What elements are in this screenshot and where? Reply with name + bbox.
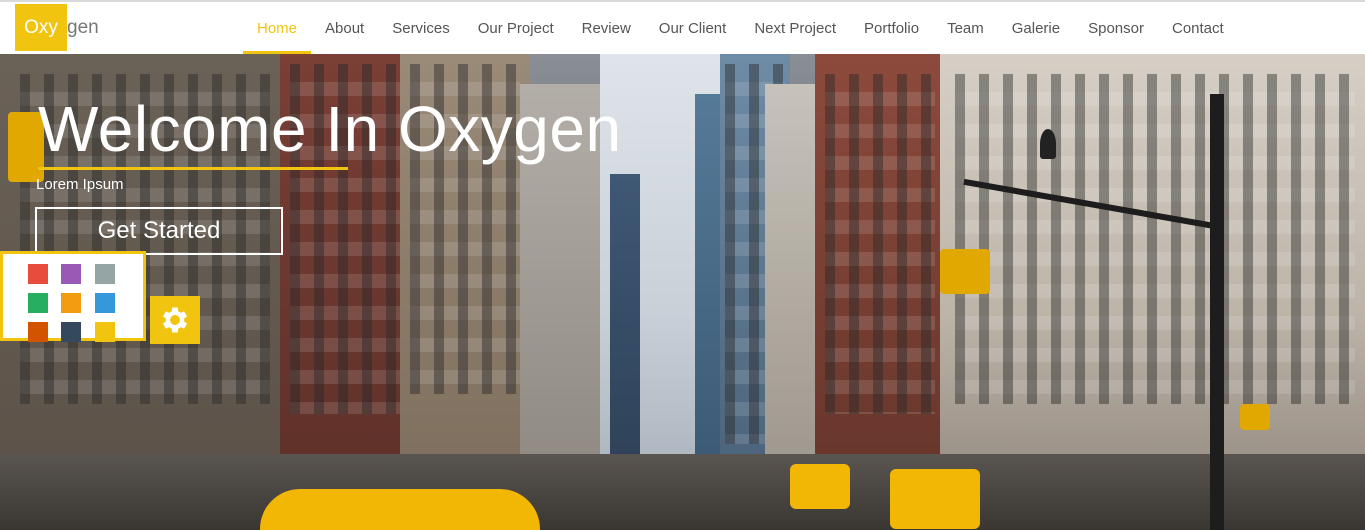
hero-title: Welcome In Oxygen: [38, 93, 622, 165]
navbar: Oxy gen Home About Services Our Project …: [0, 2, 1365, 54]
nav-item-our-client[interactable]: Our Client: [645, 2, 741, 54]
logo-highlight: Oxy: [15, 4, 67, 51]
nav-item-services[interactable]: Services: [378, 2, 464, 54]
color-swatch[interactable]: [61, 322, 81, 342]
get-started-button[interactable]: Get Started: [35, 207, 283, 255]
color-swatch[interactable]: [95, 264, 115, 284]
hero-section: Welcome In Oxygen Lorem Ipsum Get Starte…: [0, 54, 1365, 530]
nav-item-galerie[interactable]: Galerie: [998, 2, 1074, 54]
color-swatch[interactable]: [28, 322, 48, 342]
nav-item-sponsor[interactable]: Sponsor: [1074, 2, 1158, 54]
title-underline: [38, 167, 348, 170]
nav-item-team[interactable]: Team: [933, 2, 998, 54]
color-swatch[interactable]: [28, 293, 48, 313]
traffic-light: [1240, 404, 1270, 430]
taxi: [260, 489, 540, 530]
nav-item-our-project[interactable]: Our Project: [464, 2, 568, 54]
style-switcher-toggle[interactable]: [150, 296, 200, 344]
color-swatch[interactable]: [61, 293, 81, 313]
logo-text: gen: [67, 16, 99, 38]
nav-item-about[interactable]: About: [311, 2, 378, 54]
lamp-post: [1210, 94, 1224, 530]
building-windows: [955, 74, 1355, 404]
hero-subtitle: Lorem Ipsum: [36, 176, 124, 193]
traffic-light: [940, 249, 990, 294]
color-swatch[interactable]: [61, 264, 81, 284]
logo[interactable]: Oxy gen: [15, 4, 99, 51]
nav-item-review[interactable]: Review: [568, 2, 645, 54]
building: [610, 174, 640, 474]
color-swatch[interactable]: [95, 322, 115, 342]
nav-item-next-project[interactable]: Next Project: [740, 2, 850, 54]
nav-item-contact[interactable]: Contact: [1158, 2, 1238, 54]
color-swatch[interactable]: [28, 264, 48, 284]
building-windows: [825, 74, 935, 414]
nav-item-home[interactable]: Home: [243, 2, 312, 54]
color-palette-panel: [0, 251, 146, 342]
nav-item-portfolio[interactable]: Portfolio: [850, 2, 933, 54]
main-nav: Home About Services Our Project Review O…: [243, 2, 1238, 54]
street-lamp: [1040, 129, 1056, 159]
taxi: [890, 469, 980, 529]
street: [0, 454, 1365, 530]
gear-icon: [162, 307, 188, 333]
color-swatch[interactable]: [95, 293, 115, 313]
taxi: [790, 464, 850, 509]
